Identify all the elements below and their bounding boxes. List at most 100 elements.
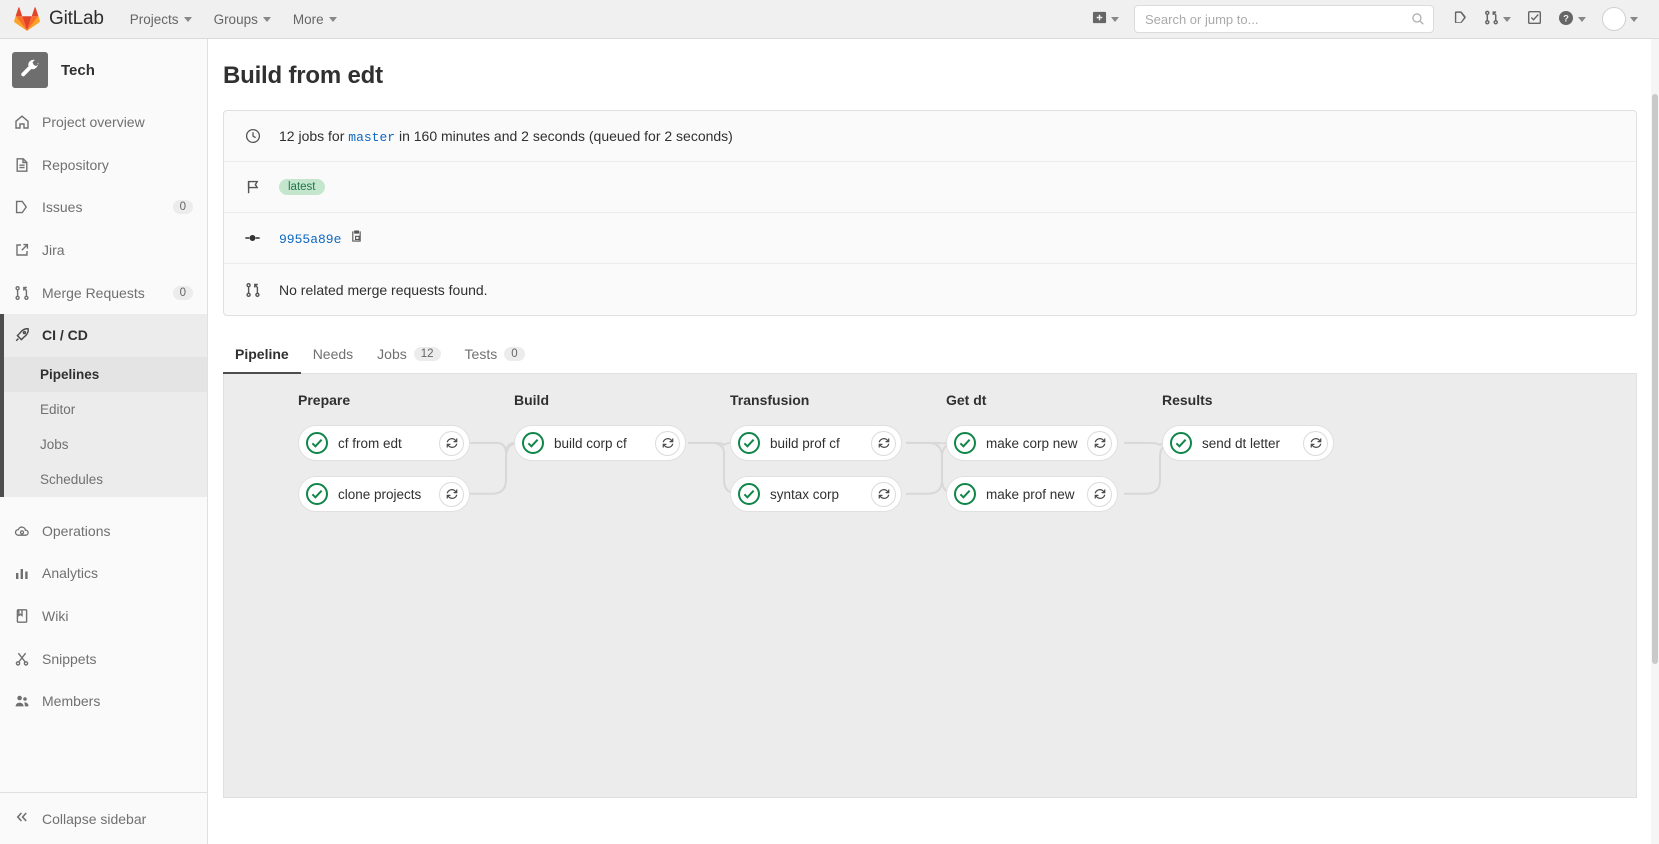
project-sidebar: Tech Project overview Repository Issues …: [0, 39, 208, 844]
sidebar-item-members[interactable]: Members: [0, 680, 207, 723]
home-icon: [14, 114, 30, 130]
job-card[interactable]: build prof cf: [730, 425, 902, 461]
job-card[interactable]: syntax corp: [730, 476, 902, 512]
tab-needs[interactable]: Needs: [301, 338, 365, 374]
status-success-icon: [737, 482, 761, 506]
sidebar-item-repository[interactable]: Repository: [0, 144, 207, 187]
merge-requests-button[interactable]: [1477, 4, 1518, 34]
collapse-sidebar-button[interactable]: Collapse sidebar: [0, 792, 207, 844]
job-name: syntax corp: [770, 486, 840, 502]
nav-projects-label: Projects: [129, 11, 179, 27]
job-name: build corp cf: [554, 435, 627, 451]
stage-title: Transfusion: [730, 392, 810, 408]
stage-title: Get dt: [946, 392, 987, 408]
issues-button[interactable]: [1446, 4, 1475, 34]
retry-icon[interactable]: [871, 481, 896, 507]
retry-icon[interactable]: [439, 430, 464, 456]
status-success-icon: [953, 482, 977, 506]
user-menu-button[interactable]: [1595, 1, 1645, 37]
navbar-right-actions: ?: [1085, 1, 1645, 37]
scissors-icon: [14, 651, 30, 667]
no-merge-requests-text: No related merge requests found.: [279, 281, 488, 298]
svg-text:?: ?: [1563, 13, 1569, 24]
page-scrollbar-track[interactable]: [1651, 39, 1659, 844]
sidebar-item-ci-cd[interactable]: CI / CD: [0, 313, 207, 357]
page-scrollbar-thumb[interactable]: [1652, 94, 1658, 664]
sidebar-item-operations[interactable]: Operations: [0, 510, 207, 553]
help-button[interactable]: ?: [1551, 4, 1593, 35]
flag-icon: [244, 179, 261, 195]
sidebar-item-merge-requests[interactable]: Merge Requests 0: [0, 271, 207, 314]
sidebar-item-snippets[interactable]: Snippets: [0, 637, 207, 680]
search-input[interactable]: [1135, 11, 1433, 27]
project-header[interactable]: Tech: [0, 39, 207, 101]
sidebar-item-analytics[interactable]: Analytics: [0, 552, 207, 595]
chevron-down-icon: [183, 16, 192, 22]
ref-link[interactable]: master: [348, 130, 395, 145]
status-success-icon: [737, 431, 761, 455]
duration-suffix: in 160 minutes and 2 seconds (queued for…: [395, 127, 733, 144]
chart-icon: [14, 565, 30, 581]
sidebar-label: Wiki: [42, 608, 69, 625]
job-card[interactable]: build corp cf: [514, 425, 686, 461]
job-card[interactable]: cf from edt: [298, 425, 470, 461]
create-new-button[interactable]: [1085, 4, 1126, 34]
sidebar-item-project-overview[interactable]: Project overview: [0, 101, 207, 144]
pipeline-duration-row: 12 jobs for master in 160 minutes and 2 …: [224, 111, 1636, 162]
gitlab-home-link[interactable]: GitLab: [14, 7, 104, 31]
top-navbar: GitLab Projects Groups More Search or ju…: [0, 0, 1659, 39]
sidebar-item-schedules[interactable]: Schedules: [0, 462, 207, 497]
plus-square-icon: [1092, 10, 1107, 28]
global-search[interactable]: [1134, 5, 1434, 33]
sidebar-item-pipelines[interactable]: Pipelines: [0, 356, 207, 392]
jobs-count-prefix: 12 jobs for: [279, 127, 349, 144]
external-link-icon: [14, 242, 30, 258]
sidebar-label: Jira: [42, 242, 65, 259]
pipeline-commit-row: 9955a89e: [224, 213, 1636, 264]
sidebar-item-editor[interactable]: Editor: [0, 392, 207, 427]
retry-icon[interactable]: [1087, 481, 1112, 507]
job-name: send dt letter: [1202, 435, 1281, 451]
retry-icon[interactable]: [1303, 430, 1328, 456]
double-chevron-left-icon: [14, 809, 30, 828]
commit-sha-link[interactable]: 9955a89e: [279, 232, 341, 247]
retry-icon[interactable]: [439, 481, 464, 507]
pipeline-mr-row: No related merge requests found.: [224, 264, 1636, 315]
tab-jobs[interactable]: Jobs 12: [365, 338, 452, 374]
user-avatar: [1602, 7, 1626, 31]
job-card[interactable]: make corp new: [946, 425, 1118, 461]
retry-icon[interactable]: [1087, 430, 1112, 456]
sidebar-item-wiki[interactable]: Wiki: [0, 595, 207, 638]
sidebar-item-jira[interactable]: Jira: [0, 229, 207, 272]
job-name: make prof new: [986, 486, 1075, 502]
job-card[interactable]: make prof new: [946, 476, 1118, 512]
sidebar-label: Members: [42, 693, 101, 710]
sidebar-label: Operations: [42, 522, 111, 539]
sidebar-sublabel: Schedules: [40, 471, 104, 487]
nav-groups-label: Groups: [213, 11, 258, 27]
job-name: build prof cf: [770, 435, 840, 451]
stage-title: Prepare: [298, 392, 351, 408]
todos-button[interactable]: [1520, 4, 1549, 34]
nav-more[interactable]: More: [285, 8, 345, 31]
sidebar-label: Snippets: [42, 650, 97, 667]
tab-pipeline[interactable]: Pipeline: [223, 338, 301, 374]
chevron-down-icon: [262, 16, 271, 22]
job-card[interactable]: send dt letter: [1162, 425, 1334, 461]
nav-projects[interactable]: Projects: [122, 8, 200, 31]
tab-tests[interactable]: Tests 0: [453, 338, 537, 374]
nav-groups[interactable]: Groups: [206, 8, 279, 31]
nav-more-label: More: [292, 11, 324, 27]
sidebar-sublabel: Editor: [40, 401, 76, 417]
retry-icon[interactable]: [655, 430, 680, 456]
stage-build: Build build corp cf: [500, 392, 716, 527]
sidebar-item-issues[interactable]: Issues 0: [0, 186, 207, 229]
job-card[interactable]: clone projects: [298, 476, 470, 512]
clock-icon: [244, 128, 261, 144]
sidebar-sublabel: Pipelines: [40, 366, 100, 382]
pipeline-info-card: 12 jobs for master in 160 minutes and 2 …: [223, 110, 1637, 316]
copy-to-clipboard-icon[interactable]: [350, 229, 364, 243]
sidebar-item-jobs[interactable]: Jobs: [0, 427, 207, 462]
retry-icon[interactable]: [871, 430, 896, 456]
